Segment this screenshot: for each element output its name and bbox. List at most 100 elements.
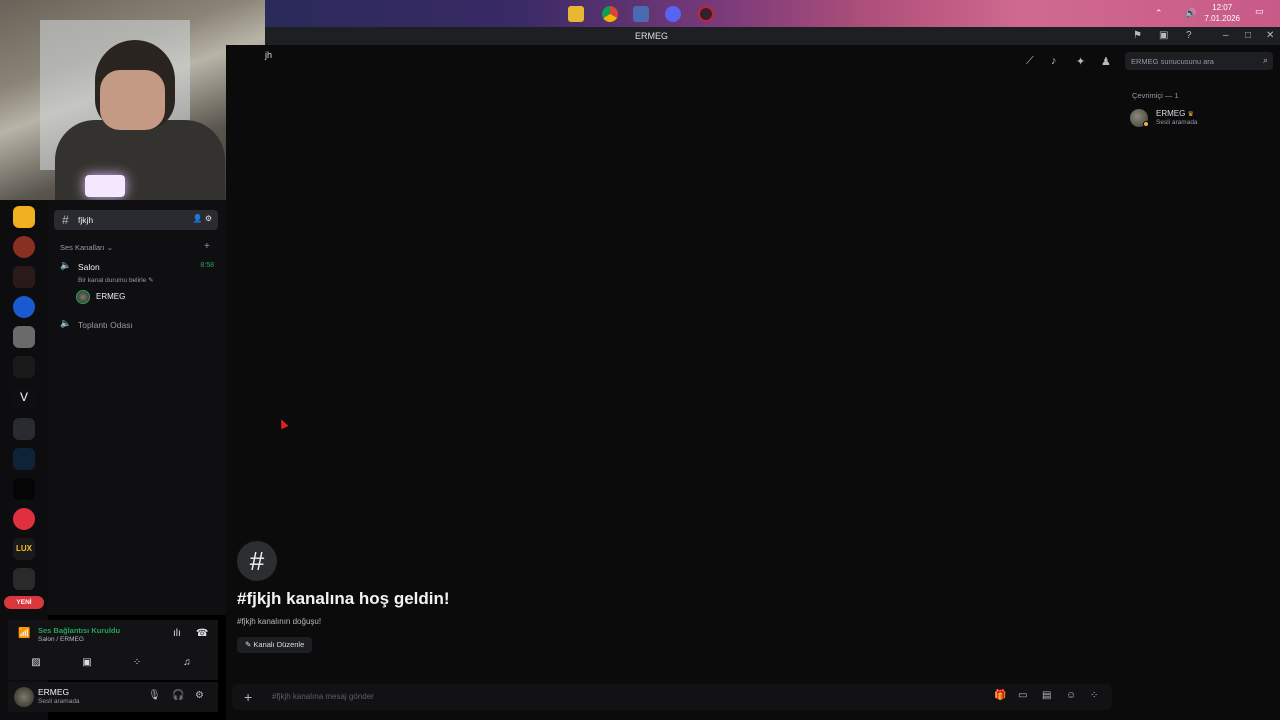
settings-icon[interactable]: ⚙: [195, 690, 204, 701]
clock-time: 12:07: [1212, 3, 1233, 12]
voice-user[interactable]: ERMEG: [76, 289, 216, 305]
server-icon-rockstar[interactable]: [13, 206, 35, 228]
file-explorer-icon[interactable]: [568, 6, 584, 22]
text-channel-active[interactable]: # fjkjh 👤 ⚙: [54, 210, 218, 230]
message-input[interactable]: #fjkjh kanalına mesaj gönder: [272, 692, 374, 701]
windows-taskbar: ⌃ 🔊 12:07 7.01.2026 ▭: [265, 0, 1280, 27]
welcome-subtitle: #fjkjh kanalının doğuşu!: [237, 617, 322, 626]
voice-connection-subtitle: Salon / ERMEG: [38, 636, 84, 643]
webcam-light: [85, 175, 125, 197]
channel-status-prompt[interactable]: Bir kanal durumu belirle ✎: [78, 276, 154, 284]
server-icon-valorant[interactable]: V: [13, 386, 35, 408]
voice-category[interactable]: Ses Kanalları ⌄: [60, 243, 113, 252]
category-label: Ses Kanalları: [60, 243, 105, 252]
maximize-icon[interactable]: □: [1245, 30, 1251, 41]
voice-user-name: ERMEG: [96, 292, 126, 301]
voice-channel-name: Toplantı Odası: [78, 320, 133, 330]
new-badge[interactable]: YENİ: [4, 596, 44, 609]
camera-button[interactable]: ▨: [14, 652, 58, 674]
soundboard-button[interactable]: ♫: [165, 652, 209, 674]
server-icon-lux[interactable]: LUX: [13, 538, 35, 560]
voice-timer: 8:58: [200, 262, 214, 269]
emoji-icon[interactable]: ☺: [1066, 690, 1076, 701]
title-bar: ERMEG ⚑ ▣ ? – □ ✕: [265, 27, 1280, 45]
gift-icon[interactable]: 🎁: [994, 690, 1006, 701]
volume-icon[interactable]: 🔊: [1185, 8, 1196, 19]
apps-icon[interactable]: ⁘: [1090, 690, 1098, 701]
search-icon: ⌕: [1262, 55, 1268, 65]
edit-channel-label: Kanalı Düzenle: [253, 640, 305, 649]
user-name: ERMEG: [38, 687, 70, 697]
member-name: ERMEG: [1156, 109, 1186, 118]
channel-settings-icons[interactable]: 👤 ⚙: [193, 214, 212, 223]
microphone-icon[interactable]: 🎙: [148, 690, 161, 701]
crown-icon: ♛: [1187, 111, 1194, 118]
voice-channel-salon[interactable]: 🔈 Salon 8:58: [60, 259, 220, 275]
server-icon-4[interactable]: [13, 296, 35, 318]
member-item[interactable]: ERMEG ♛ Sesli aramada: [1130, 107, 1270, 129]
headphones-icon[interactable]: 🎧: [172, 690, 184, 701]
screen-icon[interactable]: ▣: [1159, 30, 1168, 41]
plus-icon[interactable]: +: [244, 689, 252, 705]
server-icon-12[interactable]: [13, 568, 35, 590]
window-title: ERMEG: [635, 31, 669, 41]
hash-icon: #: [62, 213, 69, 227]
voice-connection-title: Ses Bağlantısı Kuruldu: [38, 626, 121, 635]
channel-header-title: jh: [265, 50, 273, 60]
member-status: Sesli aramada: [1156, 119, 1198, 126]
notification-icon[interactable]: ▭: [1255, 6, 1264, 17]
bell-icon[interactable]: ♪: [1051, 55, 1057, 67]
pin-icon[interactable]: ✦: [1076, 55, 1085, 68]
avatar: [76, 290, 90, 304]
chat-area: [226, 45, 1280, 720]
close-icon[interactable]: ✕: [1266, 30, 1274, 41]
screen-share-button[interactable]: ▣: [65, 652, 109, 674]
avatar[interactable]: [14, 687, 34, 707]
hash-icon: #: [237, 541, 277, 581]
sticker-icon[interactable]: ▤: [1042, 690, 1051, 701]
threads-icon[interactable]: ⟋: [1026, 55, 1034, 68]
user-status: Sesli aramada: [38, 698, 80, 705]
chevron-up-icon[interactable]: ⌃: [1155, 8, 1163, 19]
folder-icon[interactable]: [13, 418, 35, 440]
discord-icon[interactable]: [665, 6, 681, 22]
chrome-icon[interactable]: [602, 6, 618, 22]
voice-channel-name: Salon: [78, 262, 100, 272]
server-icon-6[interactable]: [13, 356, 35, 378]
disconnect-icon[interactable]: ☎: [196, 628, 208, 639]
edit-channel-button[interactable]: ✎ Kanalı Düzenle: [237, 637, 313, 653]
help-icon[interactable]: ?: [1186, 30, 1192, 41]
add-channel-icon[interactable]: +: [204, 241, 210, 252]
welcome-title: #fjkjh kanalına hoş geldin!: [237, 589, 450, 608]
members-section-title: Çevrimiçi — 1: [1132, 91, 1179, 100]
gif-icon[interactable]: ▭: [1018, 690, 1027, 701]
member-name-row: ERMEG ♛: [1156, 109, 1194, 118]
server-icon-3[interactable]: [13, 266, 35, 288]
voice-channel-toplanti[interactable]: 🔈 Toplantı Odası: [60, 317, 220, 333]
chevron-down-icon: ⌄: [106, 243, 113, 252]
message-composer[interactable]: + #fjkjh kanalına mesaj gönder 🎁 ▭ ▤ ☺ ⁘: [232, 684, 1112, 710]
pencil-icon: ✎: [245, 640, 252, 649]
user-panel: ERMEG Sesli aramada 🎙 🎧 ⚙: [8, 682, 218, 712]
clock[interactable]: 12:07 7.01.2026: [1204, 2, 1240, 24]
search-placeholder: ERMEG sunucusunu ara: [1131, 57, 1214, 66]
server-icon-10[interactable]: [13, 508, 35, 530]
noise-suppression-icon[interactable]: ılı: [173, 628, 181, 639]
app-icon[interactable]: [633, 6, 649, 22]
speaker-icon: 🔈: [60, 260, 72, 270]
webcam-person-face: [100, 70, 165, 130]
status-dot: [1143, 121, 1149, 127]
signal-icon[interactable]: 📶: [18, 628, 30, 639]
inbox-icon[interactable]: ⚑: [1133, 30, 1142, 41]
minimize-icon[interactable]: –: [1223, 30, 1229, 41]
activities-button[interactable]: ⁘: [115, 652, 159, 674]
search-input[interactable]: ERMEG sunucusunu ara ⌕: [1125, 52, 1273, 70]
server-icon-9[interactable]: [13, 478, 35, 500]
server-icon-2[interactable]: [13, 236, 35, 258]
pencil-icon: ✎: [148, 277, 154, 284]
members-icon[interactable]: ♟: [1101, 55, 1111, 68]
channel-status-text: Bir kanal durumu belirle: [78, 277, 147, 284]
server-icon-8[interactable]: [13, 448, 35, 470]
server-icon-5[interactable]: [13, 326, 35, 348]
recording-icon[interactable]: [698, 6, 714, 22]
